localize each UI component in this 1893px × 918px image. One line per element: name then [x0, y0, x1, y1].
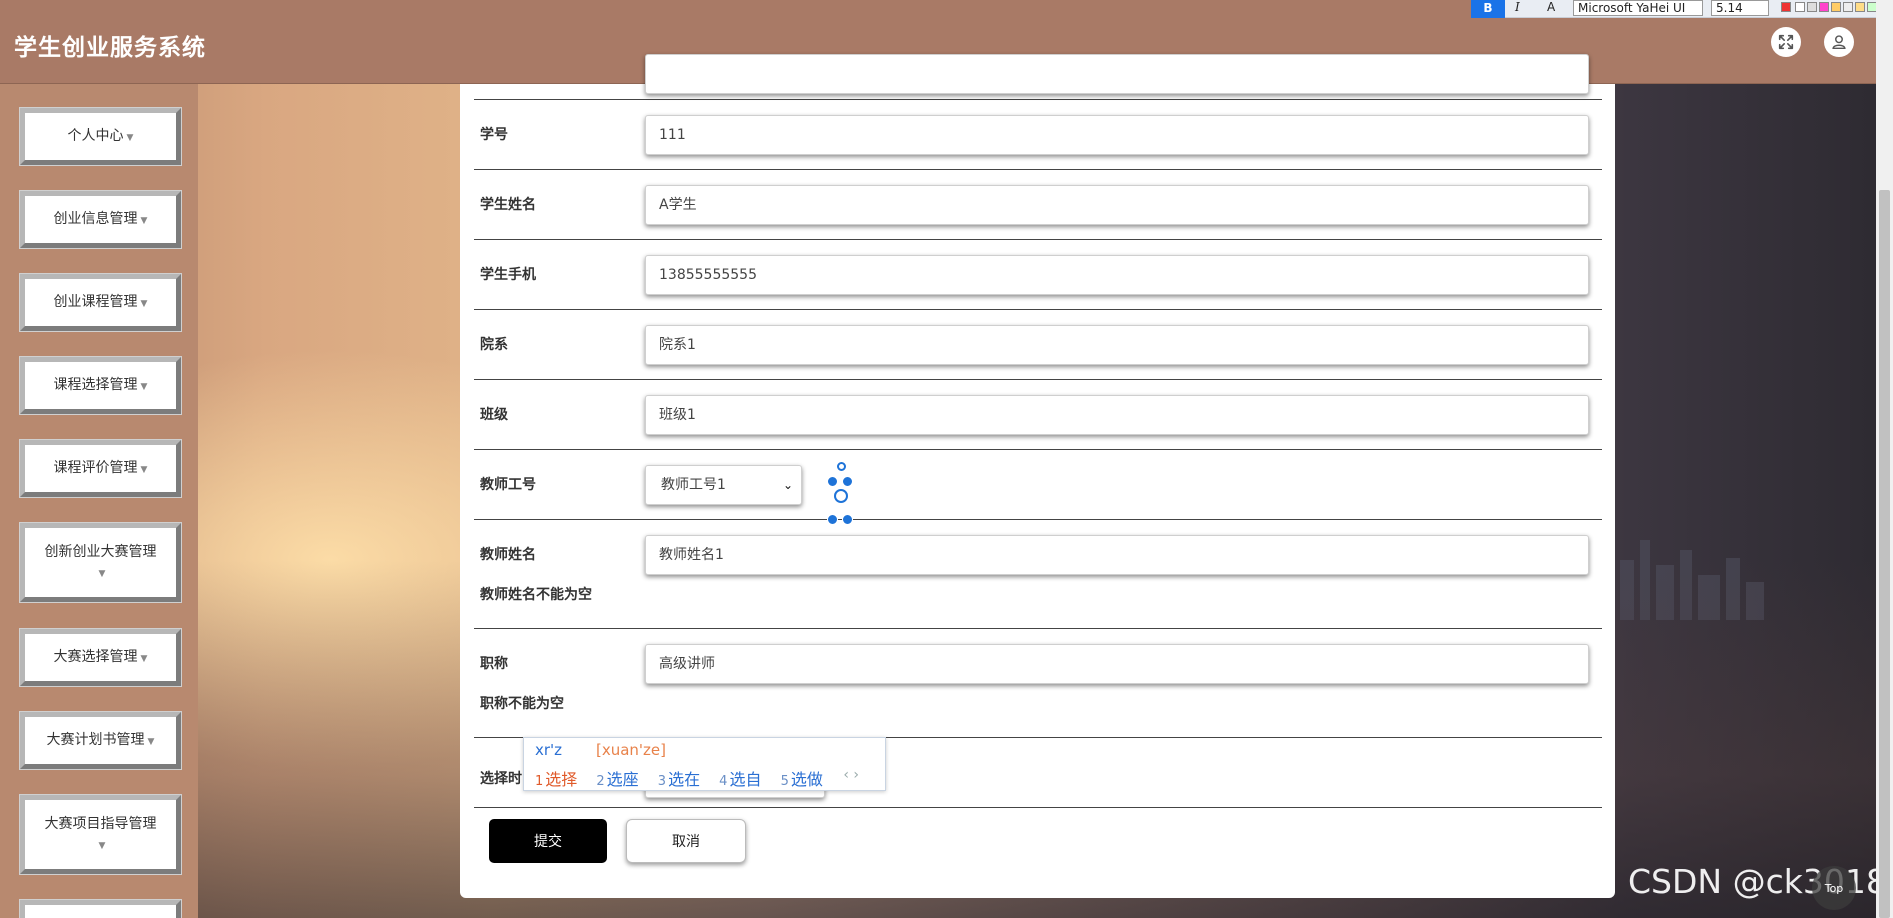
sidebar-item-startup-info[interactable]: 创业信息管理 ▼	[20, 191, 181, 248]
caret-down-icon: ▼	[98, 840, 106, 851]
form-row-teacher-name: 教师姓名 教师姓名1 教师姓名不能为空	[474, 520, 1602, 629]
color-swatch[interactable]	[1807, 2, 1817, 12]
page-scrollbar[interactable]	[1876, 0, 1893, 918]
field-label: 选择时	[480, 771, 522, 787]
font-color-button[interactable]: A	[1547, 0, 1555, 14]
caret-down-icon: ▼	[98, 568, 106, 579]
sidebar-item-more[interactable]	[20, 900, 181, 918]
form-row-student-id: 学号 111	[474, 100, 1602, 170]
ime-pinyin: [xuan'ze]	[596, 741, 667, 759]
bold-button[interactable]: B	[1471, 0, 1505, 18]
fullscreen-button[interactable]	[1771, 27, 1801, 57]
ime-typed-text: xr'z	[535, 741, 563, 759]
back-to-top-button[interactable]: Top	[1812, 866, 1856, 910]
editor-toolbar: B I A Microsoft YaHei UI 5.14	[1471, 0, 1893, 18]
student-name-input[interactable]: A学生	[645, 185, 1589, 225]
form-row-department: 院系 院系1	[474, 310, 1602, 380]
caret-down-icon: ▼	[147, 736, 155, 747]
ime-candidate[interactable]: 3 选在	[658, 766, 700, 790]
ime-candidate[interactable]: 2 选座	[596, 766, 638, 790]
city-skyline	[1610, 520, 1770, 620]
color-swatch[interactable]	[1843, 2, 1853, 12]
field-label: 教师姓名	[480, 547, 536, 563]
sidebar-item-course-selection[interactable]: 课程选择管理 ▼	[20, 357, 181, 414]
resize-handle[interactable]	[842, 476, 853, 487]
rotate-handle[interactable]	[837, 462, 846, 471]
move-handle[interactable]	[834, 489, 848, 503]
student-phone-input[interactable]: 13855555555	[645, 255, 1589, 295]
sidebar-item-contest-plan[interactable]: 大赛计划书管理 ▼	[20, 712, 181, 769]
field-label: 学生手机	[480, 267, 536, 283]
font-name-select[interactable]: Microsoft YaHei UI	[1573, 0, 1703, 16]
color-swatch[interactable]	[1795, 2, 1805, 12]
form-row-title: 职称 高级讲师 职称不能为空	[474, 629, 1602, 738]
scrollbar-thumb[interactable]	[1879, 190, 1890, 918]
form-row-student-name: 学生姓名 A学生	[474, 170, 1602, 240]
department-input[interactable]: 院系1	[645, 325, 1589, 365]
form-row-teacher-id: 教师工号 教师工号1 ⌄	[474, 450, 1602, 520]
caret-down-icon: ▼	[140, 298, 148, 309]
chevron-down-icon: ⌄	[782, 478, 793, 492]
user-icon	[1832, 35, 1846, 50]
color-swatch[interactable]	[1819, 2, 1829, 12]
sidebar-item-contest-guidance[interactable]: 大赛项目指导管理 ▼	[20, 795, 181, 874]
ime-candidate-window: xr'z [xuan'ze] 1 选择 2 选座 3 选在 4 选自 5 选做 ‹ ›	[523, 737, 886, 791]
title-input[interactable]: 高级讲师	[645, 644, 1589, 684]
field-label: 职称	[480, 656, 508, 672]
ime-candidates: 1 选择 2 选座 3 选在 4 选自 5 选做	[535, 766, 837, 790]
caret-down-icon: ▼	[126, 132, 134, 143]
caret-down-icon: ▼	[140, 464, 148, 475]
sidebar: 个人中心 ▼ 创业信息管理 ▼ 创业课程管理 ▼ 课程选择管理 ▼ 课程评价管理 ▼ 创新…	[0, 84, 198, 918]
validation-message: 教师姓名不能为空	[480, 587, 592, 603]
sidebar-item-startup-course[interactable]: 创业课程管理 ▼	[20, 274, 181, 331]
sidebar-item-course-evaluation[interactable]: 课程评价管理 ▼	[20, 440, 181, 497]
cancel-button[interactable]: 取消	[626, 819, 746, 863]
image-resize-handles[interactable]	[827, 462, 857, 528]
field-label: 院系	[480, 337, 508, 353]
student-id-input[interactable]: 111	[645, 115, 1589, 155]
ime-candidate[interactable]: 1 选择	[535, 766, 577, 790]
ime-candidate[interactable]: 4 选自	[719, 766, 761, 790]
fullscreen-icon	[1778, 34, 1794, 50]
field-label: 学生姓名	[480, 197, 536, 213]
validation-message: 职称不能为空	[480, 696, 564, 712]
app-title: 学生创业服务系统	[14, 35, 206, 61]
form-row	[474, 54, 1602, 100]
field-label: 教师工号	[480, 477, 536, 493]
resize-handle[interactable]	[842, 514, 853, 525]
ime-pager[interactable]: ‹ ›	[843, 767, 859, 783]
form-row-class: 班级 班级1	[474, 380, 1602, 450]
teacher-name-input[interactable]: 教师姓名1	[645, 535, 1589, 575]
class-input[interactable]: 班级1	[645, 395, 1589, 435]
field-label: 学号	[480, 127, 508, 143]
teacher-id-select[interactable]: 教师工号1 ⌄	[645, 465, 802, 505]
user-button[interactable]	[1824, 27, 1854, 57]
text-input[interactable]	[645, 54, 1589, 94]
form-row-student-phone: 学生手机 13855555555	[474, 240, 1602, 310]
resize-handle[interactable]	[827, 514, 838, 525]
caret-down-icon: ▼	[140, 215, 148, 226]
ime-candidate[interactable]: 5 选做	[781, 766, 823, 790]
color-swatch[interactable]	[1831, 2, 1841, 12]
sidebar-item-personal-center[interactable]: 个人中心 ▼	[20, 108, 181, 165]
color-swatch[interactable]	[1781, 2, 1791, 12]
color-swatch[interactable]	[1855, 2, 1865, 12]
caret-down-icon: ▼	[140, 381, 148, 392]
sidebar-item-contest-selection[interactable]: 大赛选择管理 ▼	[20, 629, 181, 686]
caret-down-icon: ▼	[140, 653, 148, 664]
sidebar-item-innovation-contest[interactable]: 创新创业大赛管理 ▼	[20, 523, 181, 602]
submit-button[interactable]: 提交	[489, 819, 607, 863]
field-label: 班级	[480, 407, 508, 423]
resize-handle[interactable]	[827, 476, 838, 487]
italic-button[interactable]: I	[1515, 0, 1520, 14]
font-size-select[interactable]: 5.14	[1711, 0, 1769, 16]
